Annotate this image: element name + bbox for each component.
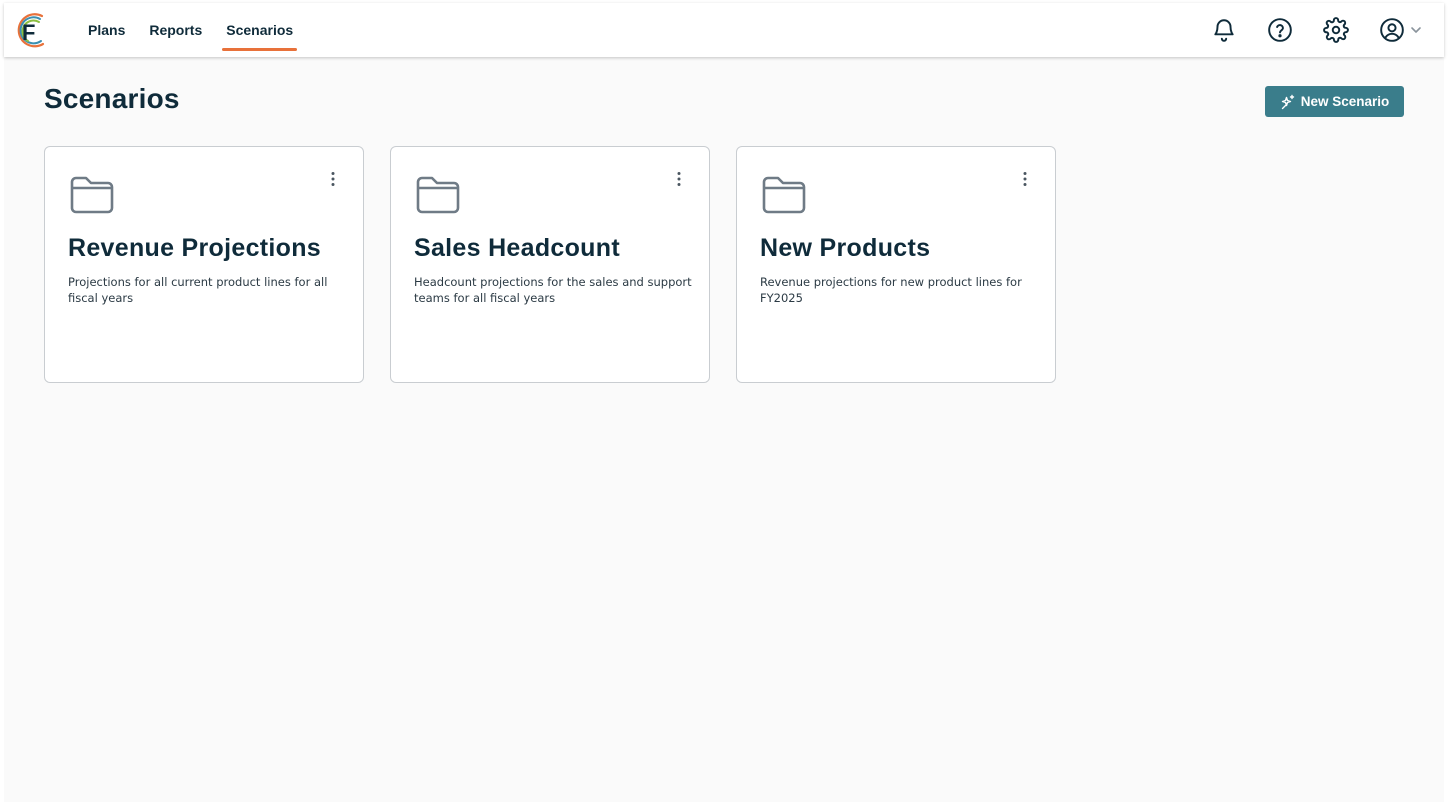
new-scenario-label: New Scenario xyxy=(1300,94,1390,109)
card-title: New Products xyxy=(760,234,931,262)
tab-reports[interactable]: Reports xyxy=(149,22,202,38)
more-options-icon[interactable] xyxy=(669,169,689,189)
card-description: Revenue projections for new product line… xyxy=(760,275,1022,305)
card-description: Projections for all current product line… xyxy=(68,275,328,305)
logo-icon: F xyxy=(17,13,45,48)
brand-logo[interactable]: F xyxy=(12,10,48,50)
scenario-card[interactable]: Sales Headcount Headcount projections fo… xyxy=(390,146,710,383)
card-title: Revenue Projections xyxy=(68,234,322,262)
folder-icon xyxy=(415,173,461,215)
more-options-icon[interactable] xyxy=(323,169,343,189)
chevron-down-icon[interactable] xyxy=(1408,22,1424,38)
page-title: Scenarios xyxy=(44,83,180,114)
card-description: Headcount projections for the sales and … xyxy=(414,275,692,305)
help-icon[interactable] xyxy=(1267,17,1293,43)
folder-icon xyxy=(761,173,807,215)
logo-letter: F xyxy=(22,20,35,45)
folder-icon xyxy=(69,173,115,215)
bell-icon[interactable] xyxy=(1211,17,1237,43)
main-nav: Plans Reports Scenarios xyxy=(88,3,317,57)
top-navigation-bar: F Plans Reports Scenarios xyxy=(4,3,1444,57)
gear-icon[interactable] xyxy=(1323,17,1349,43)
scenario-card[interactable]: New Products Revenue projections for new… xyxy=(736,146,1056,383)
tab-scenarios[interactable]: Scenarios xyxy=(222,22,298,51)
new-scenario-button[interactable]: New Scenario xyxy=(1265,86,1404,117)
app-window: F Plans Reports Scenarios Scenarios New … xyxy=(4,3,1444,802)
user-circle-icon[interactable] xyxy=(1379,17,1405,43)
more-options-icon[interactable] xyxy=(1015,169,1035,189)
card-title: Sales Headcount xyxy=(414,234,620,262)
scenario-card[interactable]: Revenue Projections Projections for all … xyxy=(44,146,364,383)
tab-plans[interactable]: Plans xyxy=(88,22,125,38)
sparkle-icon xyxy=(1280,94,1296,110)
